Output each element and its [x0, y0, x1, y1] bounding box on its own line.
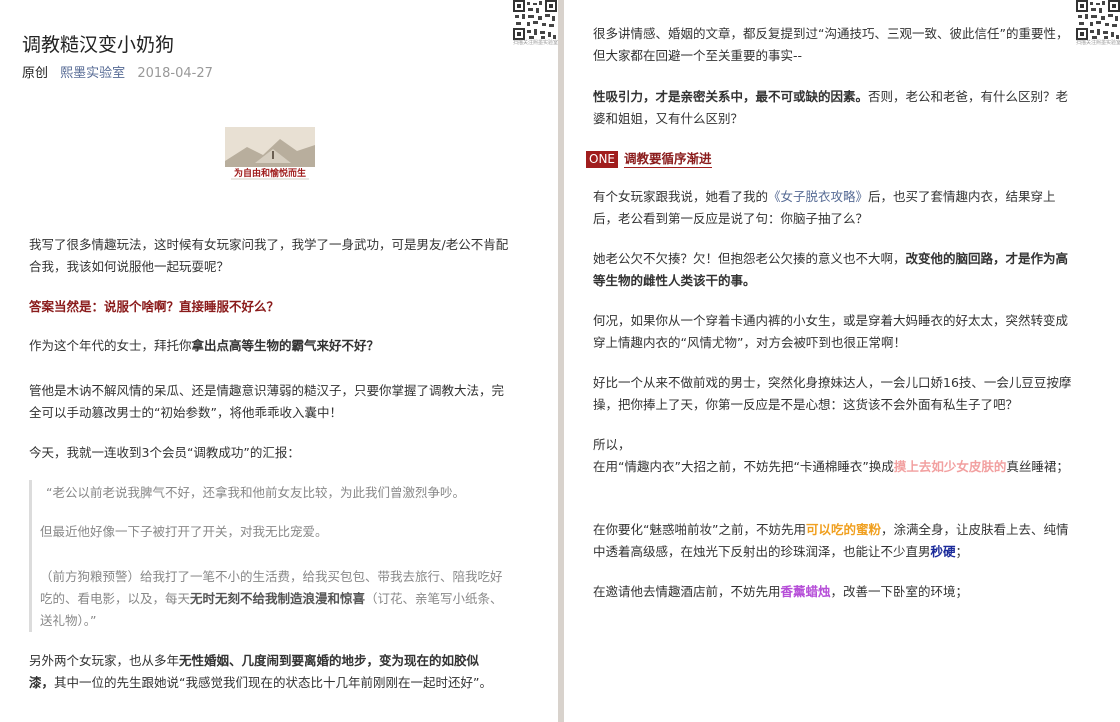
original-label: 原创 [22, 66, 49, 81]
section-label: 调教要循序渐进 [624, 150, 712, 168]
paragraph-r1: 很多讲情感、婚姻的文章，都反复提到过“沟通技巧、三观一致、彼此信任”的重要性，但… [593, 26, 1069, 63]
qr-code-icon [1076, 0, 1120, 40]
qr-caption: 扫描关注熙墨实验室 [1076, 40, 1120, 46]
article-page-right: 扫描关注熙墨实验室 很多讲情感、婚姻的文章，都反复提到过“沟通技巧、三观一致、彼… [564, 0, 1120, 722]
qr-code: 扫描关注熙墨实验室 [1076, 0, 1120, 46]
article-link[interactable]: 《女子脱衣攻略》 [768, 189, 868, 204]
header-banner-image: 为自由和愉悦而生 [225, 127, 315, 181]
paragraph-r6: 好比一个从来不做前戏的男士，突然化身撩妹达人，一会儿口娇16技、一会儿豆豆按摩操… [593, 375, 1072, 412]
paragraph-4: 管他是木讷不解风情的呆瓜、还是情趣意识薄弱的糙汉子，只要你掌握了调教大法，完全可… [29, 383, 505, 420]
paragraph-r7: 所以， 在用“情趣内衣”大招之前，不妨先把“卡通棉睡衣”换成摸上去如少女皮肤的真丝… [593, 437, 1069, 474]
paragraph-6: 另外两个女玩家，也从多年无性婚姻、几度闹到要离婚的地步，变为现在的如胶似漆，其中… [29, 653, 492, 690]
paragraph-2: 答案当然是：说服个啥啊？直接睡服不好么？ [29, 299, 280, 314]
qr-code: 扫描关注熙墨实验室 [513, 0, 558, 46]
banner-caption: 为自由和愉悦而生 [234, 167, 306, 179]
paragraph-r5: 何况，如果你从一个穿着卡通内裤的小女生，或是穿着大妈睡衣的好太太，突然转变成穿上… [593, 313, 1069, 350]
section-tag: ONE [586, 150, 619, 168]
paragraph-r2: 性吸引力，才是亲密关系中，最不可或缺的因素。否则，老公和老爸，有什么区别？老婆和… [593, 89, 1069, 126]
section-heading: ONE 调教要循序渐进 [586, 150, 712, 168]
quote-line-3: （前方狗粮预警）给我打了一笔不小的生活费，给我买包包、带我去旅行、陪我吃好吃的、… [40, 569, 503, 628]
quote-line-2: 但最近他好像一下子被打开了开关，对我无比宠爱。 [40, 524, 328, 539]
qr-caption: 扫描关注熙墨实验室 [513, 40, 558, 46]
member-quote: “老公以前老说我脾气不好，还拿我和他前女友比较，为此我们曾激烈争吵。 但最近他好… [29, 480, 516, 632]
article-page-left: 扫描关注熙墨实验室 调教糙汉变小奶狗 原创 熙墨实验室 2018-04-27 为… [0, 0, 558, 722]
article-title: 调教糙汉变小奶狗 [22, 34, 175, 56]
paragraph-3: 作为这个年代的女士，拜托你拿出点高等生物的霸气来好不好？ [29, 338, 380, 353]
paragraph-r3: 有个女玩家跟我说，她看了我的《女子脱衣攻略》后，也买了套情趣内衣，结果穿上后，老… [593, 189, 1056, 226]
paragraph-r9: 在邀请他去情趣酒店前，不妨先用香薰蜡烛，改善一下卧室的环境； [593, 584, 969, 599]
mountain-illustration: 为自由和愉悦而生 [225, 127, 315, 181]
publish-date: 2018-04-27 [137, 66, 213, 81]
author-link[interactable]: 熙墨实验室 [60, 66, 125, 81]
paragraph-r4: 她老公欠不欠揍？欠！但抱怨老公欠揍的意义也不大啊，改变他的脑回路，才是作为高等生… [593, 251, 1069, 288]
qr-code-icon [513, 0, 557, 40]
quote-line-1: “老公以前老说我脾气不好，还拿我和他前女友比较，为此我们曾激烈争吵。 [46, 485, 465, 500]
paragraph-r8: 在你要化“魅惑啪前妆”之前，不妨先用可以吃的蜜粉，涂满全身，让皮肤看上去、纯情中… [593, 522, 1069, 559]
paragraph-5: 今天，我就一连收到3个会员“调教成功”的汇报： [29, 445, 300, 460]
article-meta: 原创 熙墨实验室 2018-04-27 [22, 62, 213, 81]
paragraph-1: 我写了很多情趣玩法，这时候有女玩家问我了，我学了一身武功，可是男友/老公不肯配合… [29, 237, 509, 274]
